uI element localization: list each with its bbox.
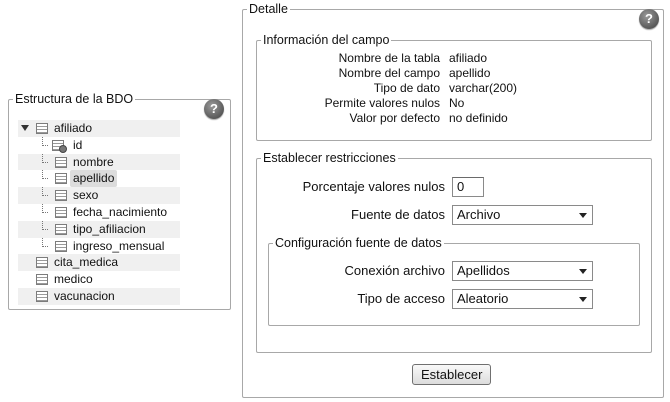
info-value: No [449, 96, 465, 110]
info-value: afiliado [449, 51, 488, 65]
data-source-value: Archivo [457, 207, 501, 222]
table-icon [55, 223, 67, 235]
table-icon [55, 206, 67, 218]
info-label: Nombre del campo [338, 66, 440, 80]
tree-connector [42, 170, 48, 180]
info-row-default: Valor por defecto no definido [0, 111, 670, 126]
field-info-legend: Información del campo [263, 33, 390, 47]
file-connection-select[interactable]: Apellidos [452, 261, 593, 281]
table-icon [55, 240, 67, 252]
tree-item-label: medico [54, 272, 93, 287]
structure-tree: afiliado id nombre apellido sexo fecha_n… [18, 120, 180, 305]
tree-item-label: sexo [73, 188, 99, 203]
tree-item-ingreso-mensual[interactable]: ingreso_mensual [18, 237, 180, 255]
data-source-select[interactable]: Archivo [452, 205, 593, 225]
info-row-table: Nombre de la tabla afiliado [0, 51, 670, 66]
table-icon [55, 156, 67, 168]
null-pct-label: Porcentaje valores nulos [302, 179, 445, 194]
info-row-nullable: Permite valores nulos No [0, 96, 670, 111]
tree-item-label: nombre [73, 154, 114, 169]
restrictions-legend: Establecer restricciones [263, 151, 396, 165]
tree-item-sexo[interactable]: sexo [18, 187, 180, 204]
dropdown-arrow-icon [579, 213, 587, 218]
tree-item-cita-medica[interactable]: cita_medica [18, 254, 180, 272]
table-icon [55, 173, 67, 185]
info-label: Permite valores nulos [324, 96, 440, 110]
tree-item-medico[interactable]: medico [18, 271, 180, 288]
tree-connector [42, 136, 48, 146]
tree-connector [42, 237, 48, 247]
data-source-label: Fuente de datos [351, 207, 445, 222]
tree-item-label-selected: apellido [70, 170, 118, 188]
key-field-icon [52, 139, 67, 153]
tree-connector [42, 187, 48, 197]
table-icon [36, 274, 48, 286]
tree-item-label: cita_medica [54, 255, 119, 270]
source-config-legend: Configuración fuente de datos [275, 236, 442, 250]
access-type-value: Aleatorio [457, 291, 509, 306]
info-label: Nombre de la tabla [338, 51, 440, 65]
file-connection-value: Apellidos [457, 263, 510, 278]
table-icon [36, 257, 48, 269]
tree-item-label: ingreso_mensual [73, 238, 165, 253]
info-label: Valor por defecto [349, 111, 441, 125]
tree-item-label: tipo_afiliacion [73, 221, 146, 236]
tree-item-apellido[interactable]: apellido [18, 170, 180, 188]
info-value: apellido [449, 66, 491, 80]
tree-item-label: vacunacion [54, 288, 115, 303]
tree-item-id[interactable]: id [18, 136, 180, 154]
tree-connector [42, 220, 48, 230]
establish-button[interactable]: Establecer [412, 364, 492, 385]
detail-legend: Detalle [249, 2, 288, 16]
source-config-section: Configuración fuente de datos [268, 236, 640, 326]
null-pct-input[interactable]: 0 [452, 177, 484, 197]
tree-item-tipo-afiliacion[interactable]: tipo_afiliacion [18, 220, 180, 238]
tree-item-nombre[interactable]: nombre [18, 153, 180, 171]
tree-item-fecha-nacimiento[interactable]: fecha_nacimiento [18, 203, 180, 221]
tree-connector [42, 203, 48, 213]
dropdown-arrow-icon [579, 297, 587, 302]
table-icon [55, 190, 67, 202]
file-connection-label: Conexión archivo [344, 263, 445, 278]
tree-item-label: fecha_nacimiento [73, 204, 168, 219]
tree-connector [42, 153, 48, 163]
info-row-type: Tipo de dato varchar(200) [0, 81, 670, 96]
info-row-field: Nombre del campo apellido [0, 66, 670, 81]
info-value: varchar(200) [449, 81, 518, 95]
dropdown-arrow-icon [579, 269, 587, 274]
field-info-rows: Nombre de la tabla afiliado Nombre del c… [0, 51, 670, 131]
access-type-select[interactable]: Aleatorio [452, 289, 593, 309]
tree-item-vacunacion[interactable]: vacunacion [18, 287, 180, 305]
tree-item-label: id [73, 137, 83, 152]
access-type-label: Tipo de acceso [357, 291, 445, 306]
info-label: Tipo de dato [373, 81, 440, 95]
detail-help-icon[interactable]: ? [639, 9, 659, 29]
info-value: no definido [449, 111, 508, 125]
table-icon [36, 290, 48, 302]
